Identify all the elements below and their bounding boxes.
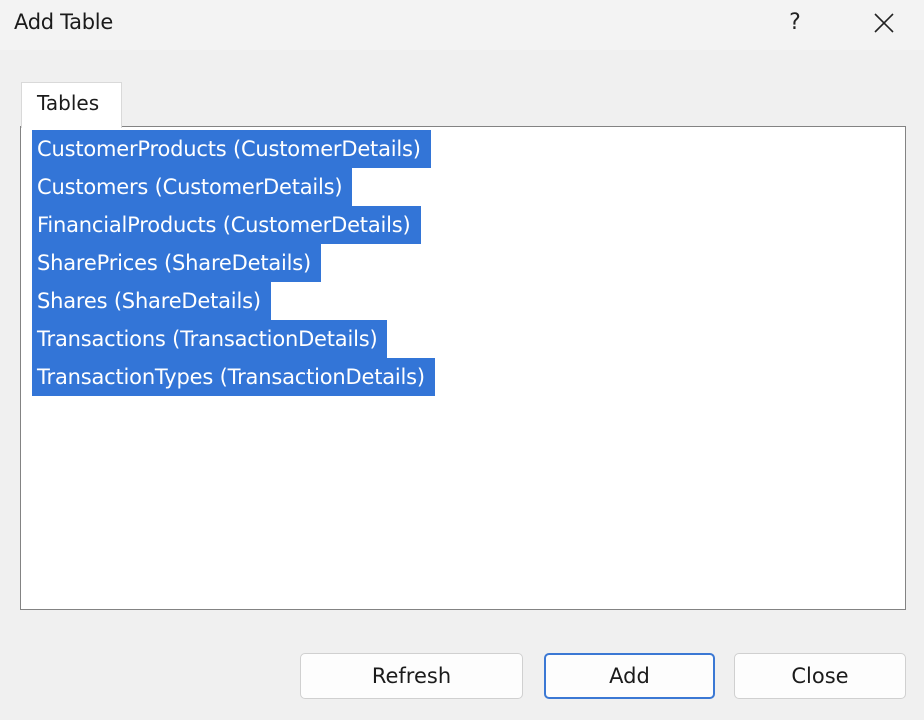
list-item-shareprices[interactable]: SharePrices (ShareDetails) — [32, 244, 322, 282]
list-item-transactiontypes[interactable]: TransactionTypes (TransactionDetails) — [32, 358, 435, 396]
list-item-shares[interactable]: Shares (ShareDetails) — [32, 282, 271, 320]
refresh-button[interactable]: Refresh — [300, 653, 523, 699]
close-window-button[interactable] — [862, 0, 906, 46]
add-button[interactable]: Add — [544, 653, 715, 699]
list-item-transactions[interactable]: Transactions (TransactionDetails) — [32, 320, 388, 358]
tab-tables-label: Tables — [37, 91, 100, 115]
tables-list-panel[interactable]: CustomerProducts (CustomerDetails) Custo… — [20, 126, 906, 610]
close-icon — [874, 13, 894, 33]
add-table-dialog: Add Table ? Tables CustomerProducts (Cus… — [0, 0, 924, 720]
tables-list[interactable]: CustomerProducts (CustomerDetails) Custo… — [32, 130, 435, 396]
close-button[interactable]: Close — [734, 653, 906, 699]
list-item-customerproducts[interactable]: CustomerProducts (CustomerDetails) — [32, 130, 431, 168]
window-title: Add Table — [14, 10, 113, 34]
help-icon[interactable]: ? — [776, 0, 814, 46]
title-bar[interactable]: Add Table ? — [0, 0, 924, 50]
list-item-customers[interactable]: Customers (CustomerDetails) — [32, 168, 353, 206]
tab-tables[interactable]: Tables — [21, 82, 122, 128]
list-item-financialproducts[interactable]: FinancialProducts (CustomerDetails) — [32, 206, 421, 244]
